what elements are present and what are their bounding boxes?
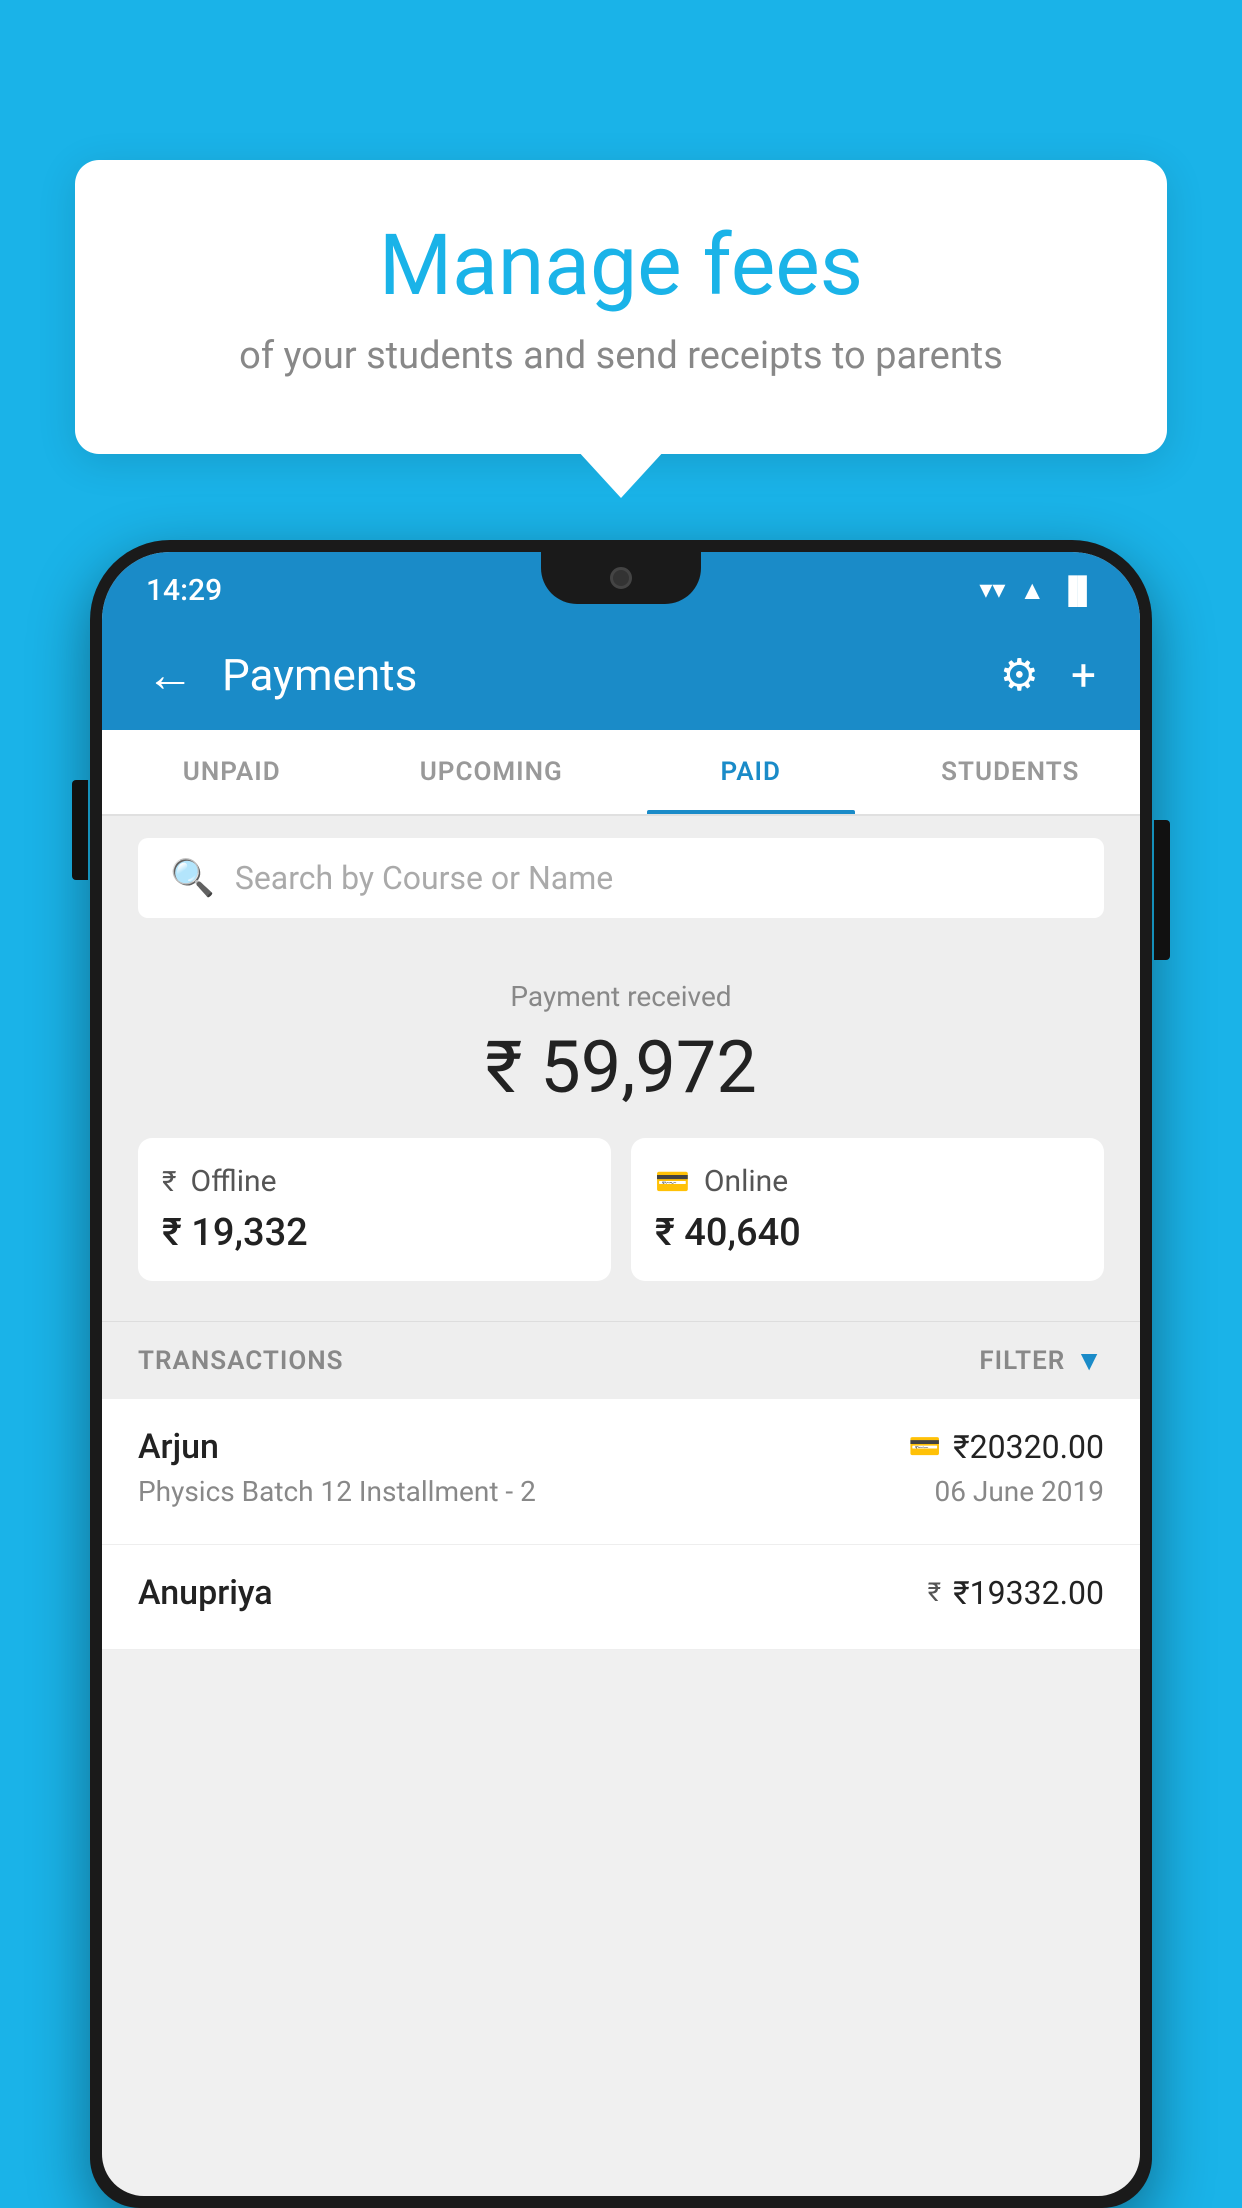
transaction-row-bottom: Physics Batch 12 Installment - 2 06 June… <box>138 1475 1104 1508</box>
online-amount: ₹ 40,640 <box>655 1211 1080 1255</box>
offline-payment-card: ₹ Offline ₹ 19,332 <box>138 1138 611 1281</box>
online-label: Online <box>704 1164 788 1199</box>
transaction-amount: ₹20320.00 <box>953 1428 1104 1466</box>
online-payment-card: 💳 Online ₹ 40,640 <box>631 1138 1104 1281</box>
offline-label: Offline <box>190 1164 276 1199</box>
table-row[interactable]: Anupriya ₹ ₹19332.00 <box>102 1545 1140 1650</box>
filter-icon: ▼ <box>1075 1344 1104 1377</box>
add-button[interactable]: + <box>1071 649 1096 701</box>
search-icon: 🔍 <box>170 857 215 899</box>
payment-summary: Payment received ₹ 59,972 ₹ Offline ₹ 19… <box>102 940 1140 1321</box>
back-button[interactable]: ← <box>146 651 194 699</box>
transaction-amount-wrap: ₹ ₹19332.00 <box>928 1574 1104 1612</box>
transaction-name: Arjun <box>138 1427 219 1467</box>
transaction-row-top: Arjun 💳 ₹20320.00 <box>138 1427 1104 1467</box>
offline-icon: ₹ <box>162 1165 176 1198</box>
battery-icon: ▐▌ <box>1059 575 1096 606</box>
app-header: ← Payments ⚙ + <box>102 620 1140 730</box>
signal-icon: ▲ <box>1019 575 1045 606</box>
transactions-header: TRANSACTIONS FILTER ▼ <box>102 1321 1140 1399</box>
tab-students[interactable]: STUDENTS <box>881 730 1141 814</box>
online-card-header: 💳 Online <box>655 1164 1080 1199</box>
settings-icon[interactable]: ⚙ <box>1000 649 1039 701</box>
status-time: 14:29 <box>146 573 222 608</box>
tab-paid[interactable]: PAID <box>621 730 881 814</box>
transaction-date: 06 June 2019 <box>934 1475 1104 1508</box>
card-pay-icon: 💳 <box>909 1432 941 1462</box>
page-title: Payments <box>222 649 972 701</box>
tab-upcoming[interactable]: UPCOMING <box>362 730 622 814</box>
table-row[interactable]: Arjun 💳 ₹20320.00 Physics Batch 12 Insta… <box>102 1399 1140 1545</box>
transaction-row-top: Anupriya ₹ ₹19332.00 <box>138 1573 1104 1613</box>
transaction-list: Arjun 💳 ₹20320.00 Physics Batch 12 Insta… <box>102 1399 1140 1650</box>
payment-cards: ₹ Offline ₹ 19,332 💳 Online ₹ 40,640 <box>138 1138 1104 1281</box>
transaction-name: Anupriya <box>138 1573 273 1613</box>
transactions-label: TRANSACTIONS <box>138 1346 344 1376</box>
offline-card-header: ₹ Offline <box>162 1164 587 1199</box>
tooltip-card: Manage fees of your students and send re… <box>75 160 1167 454</box>
transaction-course: Physics Batch 12 Installment - 2 <box>138 1475 536 1508</box>
phone-frame: 14:29 ▾▾ ▲ ▐▌ ← Payments ⚙ + UNPAID UPCO… <box>90 540 1152 2208</box>
tooltip-title: Manage fees <box>155 220 1087 312</box>
status-icons: ▾▾ ▲ ▐▌ <box>979 575 1096 606</box>
filter-label: FILTER <box>979 1346 1065 1376</box>
tooltip-subtitle: of your students and send receipts to pa… <box>155 330 1087 383</box>
payment-total-amount: ₹ 59,972 <box>138 1025 1104 1110</box>
payment-received-label: Payment received <box>138 980 1104 1013</box>
search-container: 🔍 Search by Course or Name <box>102 816 1140 940</box>
tabs-bar: UNPAID UPCOMING PAID STUDENTS <box>102 730 1140 816</box>
transaction-amount: ₹19332.00 <box>953 1574 1104 1612</box>
online-icon: 💳 <box>655 1165 690 1198</box>
header-actions: ⚙ + <box>1000 649 1096 701</box>
camera-dot <box>610 567 632 589</box>
wifi-icon: ▾▾ <box>979 575 1005 605</box>
search-bar[interactable]: 🔍 Search by Course or Name <box>138 838 1104 918</box>
offline-amount: ₹ 19,332 <box>162 1211 587 1255</box>
search-placeholder: Search by Course or Name <box>235 859 613 897</box>
phone-screen: 14:29 ▾▾ ▲ ▐▌ ← Payments ⚙ + UNPAID UPCO… <box>102 552 1140 2196</box>
phone-notch <box>541 552 701 604</box>
tab-unpaid[interactable]: UNPAID <box>102 730 362 814</box>
filter-button[interactable]: FILTER ▼ <box>979 1344 1104 1377</box>
offline-pay-icon: ₹ <box>928 1578 941 1608</box>
transaction-amount-wrap: 💳 ₹20320.00 <box>909 1428 1104 1466</box>
